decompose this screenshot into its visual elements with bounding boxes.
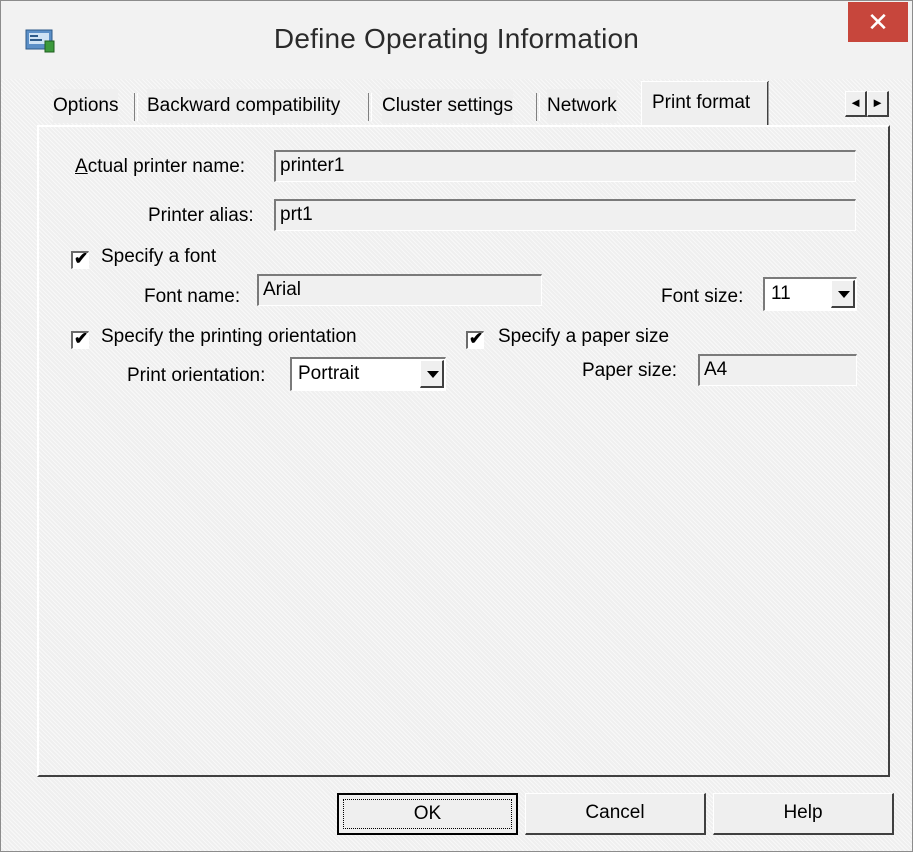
tab-cluster-settings[interactable]: Cluster settings <box>382 89 513 123</box>
checkmark-icon: ✔ <box>74 329 89 348</box>
print-orientation-label: Print orientation: <box>127 365 266 386</box>
tab-scroll-left-button[interactable]: ◄ <box>845 91 867 117</box>
dialog-window: Define Operating Information ✕ Options B… <box>0 0 913 852</box>
font-name-field[interactable]: Arial <box>257 274 542 306</box>
checkmark-icon: ✔ <box>469 329 484 348</box>
specify-orientation-checkbox[interactable]: ✔ <box>71 329 89 349</box>
title-bar: Define Operating Information ✕ <box>1 1 912 79</box>
tab-options[interactable]: Options <box>53 89 119 123</box>
tab-print-format[interactable]: Print format <box>641 81 769 126</box>
paper-size-label: Paper size: <box>582 360 678 381</box>
specify-orientation-label: Specify the printing orientation <box>101 326 357 347</box>
printer-alias-label: Printer alias: <box>148 205 254 226</box>
specify-font-label: Specify a font <box>101 246 217 267</box>
tab-separator <box>368 93 372 121</box>
close-button[interactable]: ✕ <box>848 2 908 42</box>
font-name-label: Font name: <box>144 286 241 307</box>
tab-separator <box>536 93 540 121</box>
paper-size-field[interactable]: A4 <box>698 354 857 386</box>
specify-font-checkbox[interactable]: ✔ <box>71 249 89 269</box>
focus-rectangle <box>343 799 512 829</box>
actual-printer-name-field[interactable]: printer1 <box>274 150 856 182</box>
ok-button[interactable]: OK <box>337 793 518 835</box>
print-orientation-value: Portrait <box>298 363 360 384</box>
help-button[interactable]: Help <box>713 793 894 835</box>
window-title: Define Operating Information <box>273 23 640 54</box>
print-orientation-dropdown[interactable]: Portrait <box>290 357 446 391</box>
checkmark-icon: ✔ <box>74 249 89 268</box>
actual-printer-name-label: Actual printer name: <box>75 156 246 177</box>
specify-paper-size-checkbox[interactable]: ✔ <box>466 329 484 349</box>
tab-separator <box>134 93 138 121</box>
tab-backward-compatibility[interactable]: Backward compatibility <box>147 89 341 123</box>
font-size-dropdown[interactable]: 11 <box>763 277 857 311</box>
tab-network[interactable]: Network <box>547 89 617 123</box>
chevron-down-icon[interactable] <box>420 360 444 388</box>
font-size-label: Font size: <box>661 286 744 307</box>
printer-alias-field[interactable]: prt1 <box>274 199 856 231</box>
actual-printer-name-label-text: ctual printer name: <box>87 156 246 177</box>
cancel-button[interactable]: Cancel <box>525 793 706 835</box>
font-size-value: 11 <box>771 283 791 304</box>
tab-scroll-right-button[interactable]: ► <box>867 91 889 117</box>
chevron-down-icon[interactable] <box>831 280 855 308</box>
specify-paper-size-label: Specify a paper size <box>498 326 670 347</box>
